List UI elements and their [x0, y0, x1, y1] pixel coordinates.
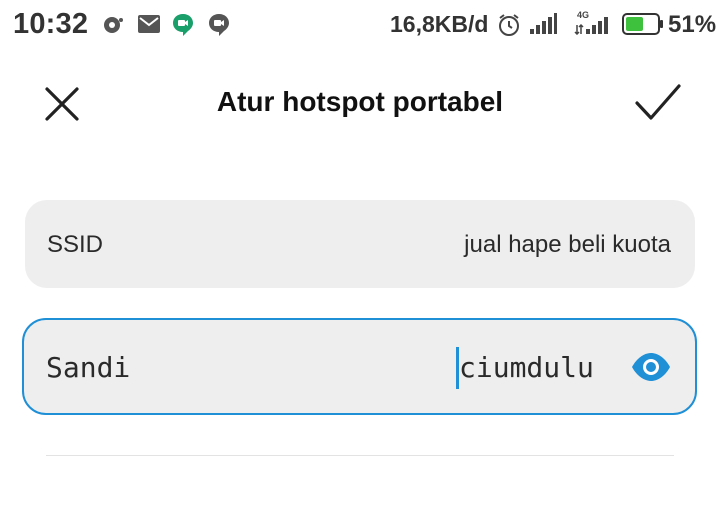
status-time: 10:32: [13, 8, 89, 40]
status-bar: 10:32 16,8KB/d 4G 51%: [0, 0, 720, 50]
password-label: Sandi: [46, 351, 131, 384]
check-icon[interactable]: [634, 83, 682, 123]
signal-icon: [530, 13, 557, 34]
signal-4g-icon: [574, 17, 608, 35]
meet-icon: [173, 14, 193, 36]
ssid-field[interactable]: SSID jual hape beli kuota: [25, 200, 695, 288]
network-speed: 16,8KB/d: [390, 11, 489, 37]
battery-icon: [622, 13, 663, 35]
mail-icon: [138, 15, 160, 33]
chat-icon: [209, 14, 229, 36]
divider: [46, 455, 674, 456]
battery-percent: 51%: [668, 11, 717, 38]
alarm-icon: [499, 14, 519, 36]
page-title: Atur hotspot portabel: [216, 86, 504, 117]
eye-icon[interactable]: [630, 352, 672, 382]
ssid-label: SSID: [47, 231, 104, 258]
ssid-value: jual hape beli kuota: [464, 231, 671, 258]
password-value[interactable]: ciumdulu: [459, 351, 594, 384]
password-field[interactable]: Sandi ciumdulu: [22, 318, 697, 415]
hotspot-icon: [104, 17, 123, 33]
